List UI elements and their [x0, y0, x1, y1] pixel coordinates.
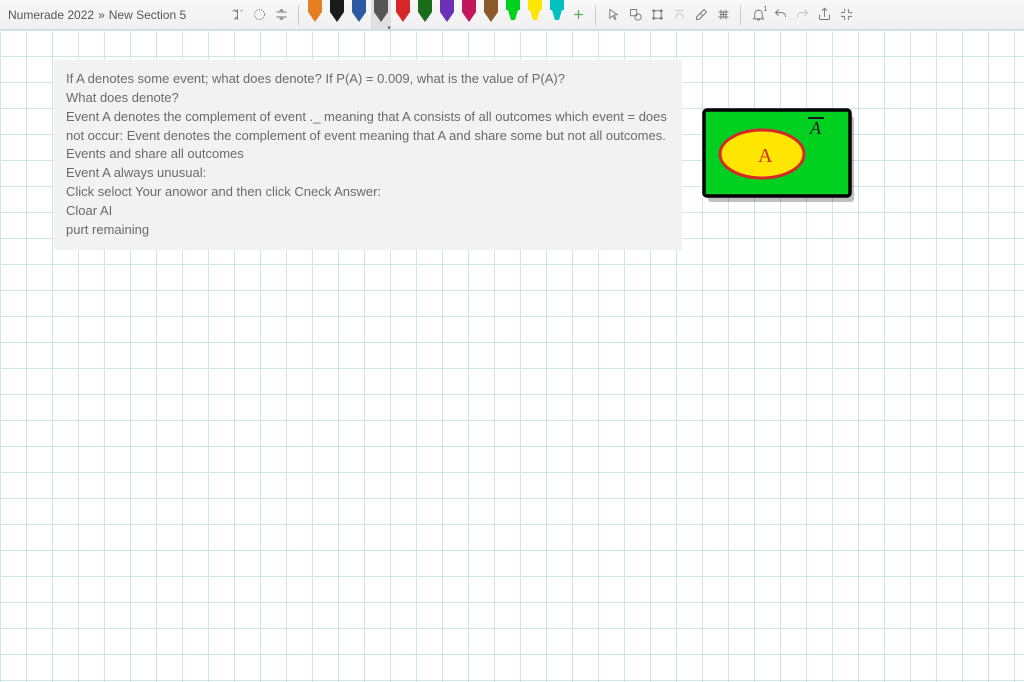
pen-1a1a1a[interactable] [327, 0, 347, 30]
breadcrumb-separator: » [98, 8, 105, 22]
share-icon[interactable] [813, 4, 835, 26]
eraser-icon[interactable] [690, 4, 712, 26]
lasso-tool-icon[interactable] [248, 4, 270, 26]
pen-d62828[interactable] [393, 0, 413, 30]
notification-badge: 1 [763, 6, 767, 13]
venn-diagram-drawing: A A [700, 106, 860, 206]
highlighter-00d020[interactable] [503, 0, 523, 30]
fullscreen-collapse-icon[interactable] [835, 4, 857, 26]
breadcrumb-section[interactable]: New Section 5 [109, 8, 186, 22]
notifications-icon[interactable]: 1 [747, 4, 769, 26]
text-line: purt remaining [66, 221, 670, 240]
breadcrumb: Numerade 2022 » New Section 5 [8, 8, 186, 22]
separator [595, 5, 596, 25]
pen-1a6b1a[interactable] [415, 0, 435, 30]
question-text-box[interactable]: If A denotes some event; what does denot… [54, 60, 682, 250]
text-tool-icon[interactable] [226, 4, 248, 26]
highlighter-ffe600[interactable] [525, 0, 545, 30]
pen-8a5a2b[interactable] [481, 0, 501, 30]
ink-to-shape-icon[interactable] [668, 4, 690, 26]
pointer-tool-icon[interactable] [602, 4, 624, 26]
text-line: If A denotes some event; what does denot… [66, 70, 670, 89]
add-pen-icon[interactable] [567, 4, 589, 26]
pen-6b2fb8[interactable] [437, 0, 457, 30]
toolbar: Numerade 2022 » New Section 5 ▾ 1 [0, 0, 1024, 30]
chevron-down-icon[interactable]: ▾ [385, 24, 393, 30]
undo-icon[interactable] [769, 4, 791, 26]
canvas[interactable]: If A denotes some event; what does denot… [0, 30, 1024, 682]
pen-2c5aa0[interactable] [349, 0, 369, 30]
text-line: What does denote? [66, 89, 670, 108]
breadcrumb-project[interactable]: Numerade 2022 [8, 8, 94, 22]
pen-strip: ▾ [305, 0, 567, 30]
transform-tool-icon[interactable] [646, 4, 668, 26]
insert-space-icon[interactable] [270, 4, 292, 26]
text-line: Event A always unusual: [66, 164, 670, 183]
text-line: Cloar AI [66, 202, 670, 221]
redo-icon[interactable] [791, 4, 813, 26]
pen-e67e22[interactable] [305, 0, 325, 30]
shapes-tool-icon[interactable] [624, 4, 646, 26]
pen-555555[interactable]: ▾ [371, 0, 391, 30]
label-a-complement: A [809, 118, 822, 138]
highlighter-00c0c0[interactable] [547, 0, 567, 30]
text-line: Click seloct Your anowor and then click … [66, 183, 670, 202]
ruler-icon[interactable] [712, 4, 734, 26]
label-a: A [758, 145, 773, 167]
text-line: Event A denotes the complement of event … [66, 108, 670, 165]
separator [740, 5, 741, 25]
separator [298, 5, 299, 25]
pen-c2185b[interactable] [459, 0, 479, 30]
